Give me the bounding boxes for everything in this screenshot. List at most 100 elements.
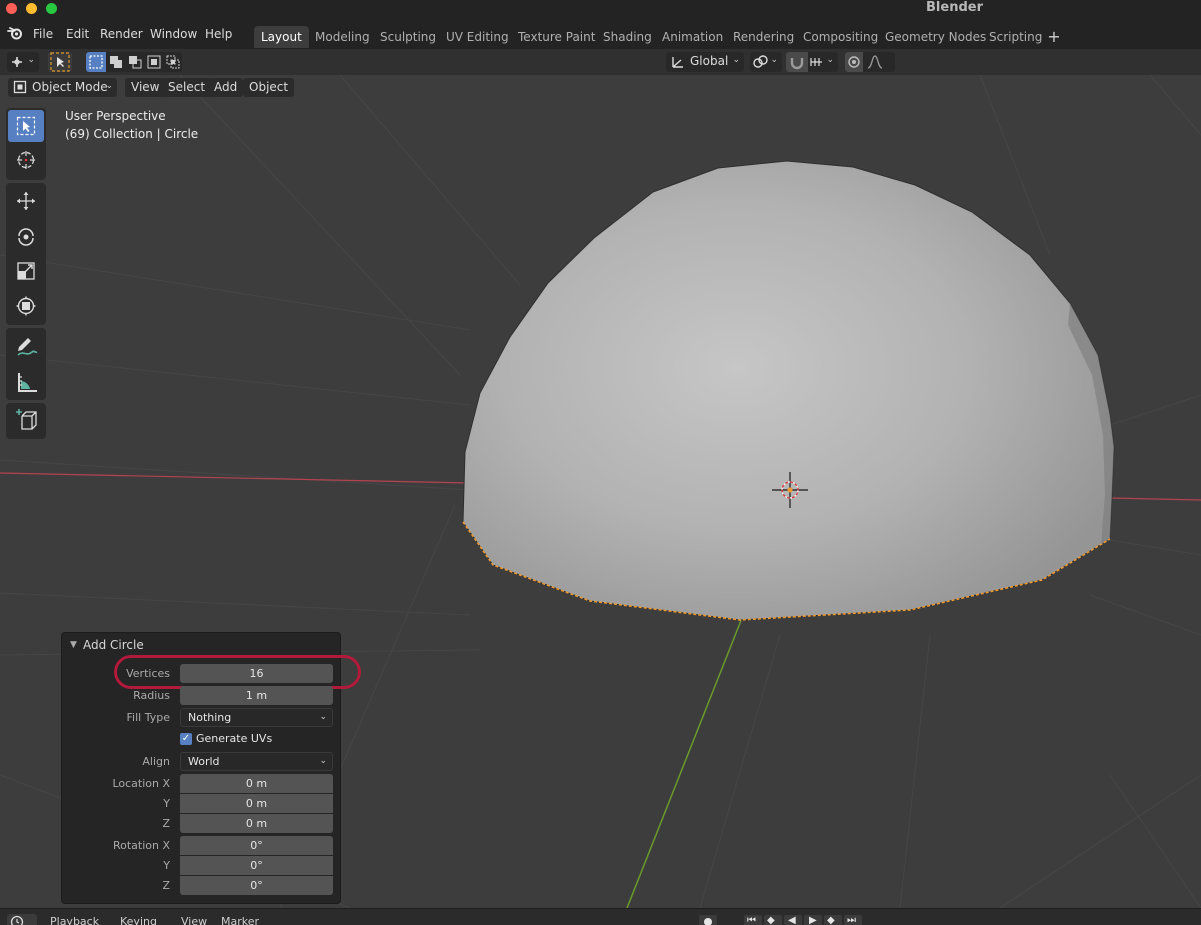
rotate-tool[interactable] [8, 220, 44, 252]
orientation-axes-icon [672, 57, 683, 68]
select-box-icon [16, 116, 36, 136]
prev-keyframe-button[interactable]: ◆ [764, 915, 782, 925]
timeline-menu-marker[interactable]: Marker [221, 915, 259, 925]
tab-geometry-nodes[interactable]: Geometry Nodes [878, 26, 993, 48]
tab-compositing[interactable]: Compositing [796, 26, 885, 48]
object-mode-dropdown[interactable]: Object Mode ⌄ [8, 78, 117, 97]
collapse-triangle-icon[interactable]: ▼ [70, 640, 77, 650]
location-z-label: Z [162, 817, 170, 830]
annotate-tool[interactable] [8, 330, 44, 362]
measure-tool[interactable] [8, 365, 44, 397]
menu-help[interactable]: Help [205, 26, 232, 42]
play-reverse-button[interactable]: ◀ [784, 915, 802, 925]
play-button[interactable]: ▶ [804, 915, 822, 925]
vertices-field[interactable]: 16 [180, 664, 333, 683]
radius-field[interactable]: 1 m [180, 686, 333, 705]
record-toggle-button[interactable] [699, 915, 717, 925]
timeline-editor-type-button[interactable] [7, 914, 37, 925]
menu-window[interactable]: Window [150, 26, 197, 42]
timeline-menu-keying[interactable]: Keying [120, 915, 157, 925]
cursor-tool[interactable] [8, 144, 44, 176]
location-y-field[interactable]: 0 m [180, 794, 333, 813]
viewport-tool-header: ⌄ Global ⌄ ⌄ ⌄ [0, 49, 1201, 75]
editor-type-icon [12, 57, 22, 67]
menu-select[interactable]: Select [162, 78, 212, 97]
window-close-button[interactable] [6, 3, 17, 14]
select-subtract-icon [129, 56, 142, 69]
proportional-toggle[interactable] [845, 52, 863, 72]
select-extend-icon [110, 56, 122, 68]
location-x-field[interactable]: 0 m [180, 774, 333, 793]
selection-mode-group [86, 52, 182, 72]
editor-type-button[interactable]: ⌄ [7, 52, 39, 72]
next-keyframe-button[interactable]: ◆ [824, 915, 842, 925]
pivot-point-dropdown[interactable]: ⌄ [750, 52, 782, 72]
rotation-y-field[interactable]: 0° [180, 856, 333, 875]
chevron-down-icon: ⌄ [770, 55, 778, 65]
toolbar-group-transform [6, 183, 46, 325]
tab-sculpting[interactable]: Sculpting [373, 26, 443, 48]
timeline-menu-playback[interactable]: Playback [50, 915, 99, 925]
play-icon: ▶ [809, 915, 817, 925]
magnet-icon [790, 58, 804, 70]
rotation-z-label: Z [162, 879, 170, 892]
tab-rendering[interactable]: Rendering [726, 26, 801, 48]
rotation-x-field[interactable]: 0° [180, 836, 333, 855]
toolbar-group-annotate [6, 328, 46, 400]
move-icon [17, 192, 35, 210]
operator-title[interactable]: Add Circle [83, 638, 144, 652]
annotate-icon [17, 338, 38, 356]
location-z-field[interactable]: 0 m [180, 814, 333, 833]
transform-orientation-dropdown[interactable]: Global ⌄ [666, 52, 744, 72]
record-icon [704, 918, 712, 925]
3d-viewport[interactable]: Object Mode ⌄ View Select Add Object Use… [0, 75, 1201, 908]
tab-shading[interactable]: Shading [596, 26, 659, 48]
select-invert-button[interactable] [144, 52, 163, 72]
menu-render[interactable]: Render [100, 26, 143, 42]
generate-uvs-checkbox[interactable]: ✓ [180, 733, 192, 745]
menu-object[interactable]: Object [243, 78, 295, 97]
viewport-collection-label: (69) Collection | Circle [65, 127, 199, 141]
viewport-perspective-label: User Perspective [65, 109, 166, 123]
timeline-menu-view[interactable]: View [181, 915, 207, 925]
select-extend-button[interactable] [106, 52, 125, 72]
next-keyframe-icon: ◆ [827, 915, 835, 925]
viewport-header: Object Mode ⌄ View Select Add Object [0, 75, 1201, 99]
select-box-tool[interactable] [8, 110, 44, 142]
window-minimize-button[interactable] [26, 3, 37, 14]
blender-logo-icon[interactable] [7, 26, 23, 40]
menu-edit[interactable]: Edit [66, 26, 89, 42]
scale-tool[interactable] [8, 255, 44, 287]
rotation-z-field[interactable]: 0° [180, 876, 333, 895]
object-mode-icon [13, 80, 27, 94]
menu-view[interactable]: View [125, 78, 166, 97]
tab-scripting[interactable]: Scripting [982, 26, 1049, 48]
tab-texture-paint[interactable]: Texture Paint [511, 26, 602, 48]
align-dropdown[interactable]: World ⌄ [180, 752, 333, 771]
add-workspace-button[interactable]: + [1043, 27, 1065, 47]
snapping-group[interactable]: ⌄ [786, 52, 838, 72]
snap-toggle[interactable] [786, 52, 808, 72]
tab-animation[interactable]: Animation [655, 26, 730, 48]
radius-label: Radius [133, 689, 170, 702]
transform-tool[interactable] [8, 290, 44, 322]
clock-icon [10, 915, 24, 925]
menu-add[interactable]: Add [208, 78, 244, 97]
select-new-button[interactable] [86, 52, 106, 72]
proportional-editing-group[interactable] [845, 52, 895, 72]
jump-end-button[interactable]: ⏭ [844, 915, 862, 925]
move-tool[interactable] [8, 185, 44, 217]
select-subtract-button[interactable] [125, 52, 144, 72]
fill-type-dropdown[interactable]: Nothing ⌄ [180, 708, 333, 727]
tab-uv-editing[interactable]: UV Editing [439, 26, 516, 48]
fill-type-label: Fill Type [126, 711, 170, 724]
generate-uvs-label[interactable]: Generate UVs [196, 732, 272, 745]
menu-file[interactable]: File [33, 26, 53, 42]
tab-modeling[interactable]: Modeling [308, 26, 377, 48]
window-maximize-button[interactable] [46, 3, 57, 14]
select-intersect-button[interactable] [163, 52, 182, 72]
add-cube-tool[interactable] [8, 405, 44, 437]
tool-select-button[interactable] [48, 52, 72, 72]
jump-start-button[interactable]: ⏮ [744, 915, 762, 925]
tab-layout[interactable]: Layout [254, 26, 309, 48]
